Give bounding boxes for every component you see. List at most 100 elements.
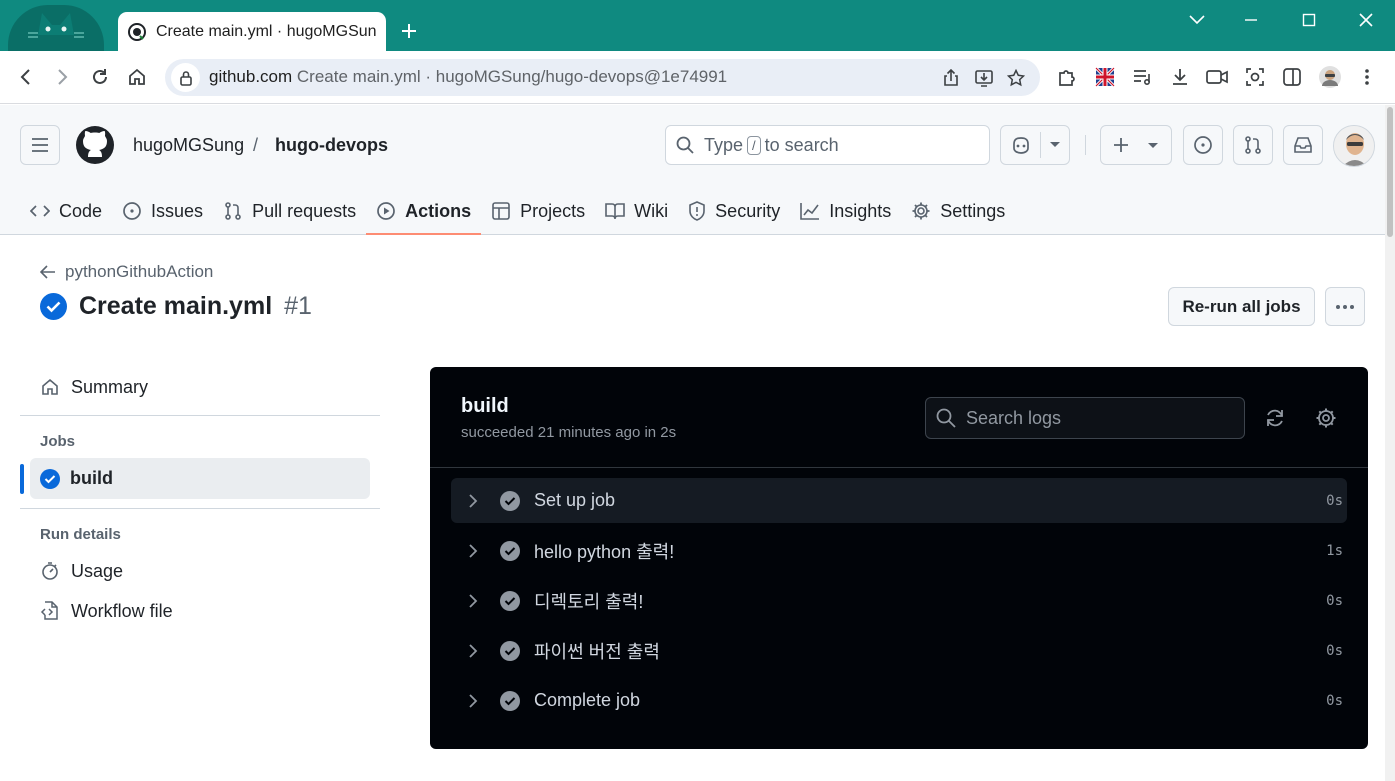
step-duration: 0s: [1326, 692, 1343, 709]
sidebar-item-usage[interactable]: Usage: [20, 551, 380, 591]
lock-icon: [179, 70, 193, 86]
back-button[interactable]: [12, 63, 40, 91]
copilot-button[interactable]: [1000, 125, 1070, 165]
address-bar[interactable]: github.com Create main.yml · hugoMGSung/…: [165, 59, 1040, 96]
code-icon: [30, 203, 50, 219]
reload-icon: [90, 67, 110, 87]
tab-pull-requests-label: Pull requests: [252, 200, 357, 221]
browser-theme-cat-decoration: [8, 5, 104, 51]
check-circle-fill-icon: [40, 293, 67, 320]
issues-button[interactable]: [1183, 125, 1223, 165]
breadcrumb-owner[interactable]: hugoMGSung: [133, 135, 244, 156]
tab-security-label: Security: [715, 200, 781, 221]
tab-code[interactable]: Code: [20, 188, 112, 234]
check-circle-fill-icon: [500, 640, 520, 661]
tab-settings-label: Settings: [940, 200, 1006, 221]
close-window-button[interactable]: [1351, 8, 1381, 32]
url-text: github.com Create main.yml · hugoMGSung/…: [209, 67, 727, 87]
search-icon: [936, 408, 956, 428]
more-options-button[interactable]: [1325, 287, 1365, 326]
search-suffix: to search: [764, 134, 839, 155]
log-settings-button[interactable]: [1311, 403, 1341, 433]
repo-navigation: Code Issues Pull requests Actions Projec…: [20, 188, 1015, 235]
translate-extension-button[interactable]: [1091, 63, 1119, 91]
profile-avatar-icon: [1318, 65, 1342, 89]
forward-button[interactable]: [48, 63, 76, 91]
tab-wiki[interactable]: Wiki: [595, 188, 678, 234]
back-to-workflow-link[interactable]: pythonGithubAction: [40, 262, 213, 282]
browser-menu-button[interactable]: [1353, 63, 1381, 91]
create-new-button[interactable]: [1100, 125, 1172, 165]
reload-button[interactable]: [86, 63, 114, 91]
minimize-button[interactable]: [1236, 8, 1266, 32]
page-scrollbar[interactable]: [1385, 105, 1395, 781]
share-button[interactable]: [938, 65, 964, 91]
install-icon: [975, 69, 993, 87]
github-logo-icon[interactable]: [75, 125, 115, 165]
tab-search-button[interactable]: [1182, 8, 1212, 32]
share-icon: [942, 69, 960, 87]
browser-tab-active[interactable]: Create main.yml · hugoMGSung/hugo-devops…: [118, 12, 386, 51]
media-button[interactable]: [1203, 63, 1231, 91]
tab-actions[interactable]: Actions: [366, 188, 482, 235]
job-steps-list: Set up job 0s hello python 출력! 1s 디렉토리 출…: [451, 478, 1347, 728]
issue-icon: [1193, 135, 1213, 155]
downloads-button[interactable]: [1166, 63, 1194, 91]
rerun-all-jobs-button[interactable]: Re-run all jobs: [1168, 287, 1315, 326]
kebab-horizontal-icon: [1335, 304, 1355, 310]
home-button[interactable]: [123, 63, 151, 91]
extensions-button[interactable]: [1053, 63, 1081, 91]
tab-settings[interactable]: Settings: [901, 188, 1015, 234]
run-number: #1: [284, 292, 312, 320]
maximize-button[interactable]: [1294, 8, 1324, 32]
url-host: github.com: [209, 67, 293, 86]
tab-pull-requests[interactable]: Pull requests: [213, 188, 366, 234]
search-logs-input[interactable]: Search logs: [925, 397, 1245, 439]
sidebar-item-label: build: [70, 468, 113, 488]
browser-toolbar: github.com Create main.yml · hugoMGSung/…: [0, 51, 1395, 104]
breadcrumb-repo[interactable]: hugo-devops: [275, 135, 388, 156]
download-icon: [1170, 67, 1190, 87]
new-tab-button[interactable]: [396, 18, 422, 44]
step-row[interactable]: Set up job 0s: [451, 478, 1347, 523]
step-name: 디렉토리 출력!: [534, 591, 644, 612]
run-title: Create main.yml #1: [40, 292, 312, 321]
search-input[interactable]: Type / to search: [665, 125, 990, 165]
step-row[interactable]: Complete job 0s: [451, 678, 1347, 723]
step-row[interactable]: hello python 출력! 1s: [451, 528, 1347, 573]
chevron-right-icon: [465, 493, 481, 509]
sidebar-item-label: Workflow file: [71, 600, 173, 621]
search-logs-placeholder: Search logs: [966, 407, 1062, 428]
site-info-button[interactable]: [171, 63, 200, 92]
screenshot-button[interactable]: [1241, 63, 1269, 91]
side-panel-button[interactable]: [1278, 63, 1306, 91]
tab-projects[interactable]: Projects: [481, 188, 595, 234]
install-app-button[interactable]: [971, 65, 997, 91]
global-menu-button[interactable]: [20, 125, 60, 165]
inbox-button[interactable]: [1283, 125, 1323, 165]
tab-security[interactable]: Security: [678, 188, 790, 234]
github-header: hugoMGSung / hugo-devops Type / to searc…: [0, 105, 1385, 235]
pull-requests-button[interactable]: [1233, 125, 1273, 165]
profile-button[interactable]: [1316, 63, 1344, 91]
scrollbar-thumb[interactable]: [1387, 107, 1393, 237]
sidebar-item-workflow-file[interactable]: Workflow file: [20, 591, 380, 631]
step-row[interactable]: 디렉토리 출력! 0s: [451, 578, 1347, 623]
step-row[interactable]: 파이썬 버전 출력 0s: [451, 628, 1347, 673]
graph-icon: [800, 202, 820, 220]
copilot-divider: [1040, 132, 1041, 158]
bookmark-button[interactable]: [1003, 65, 1029, 91]
arrow-left-icon: [40, 265, 56, 279]
sidebar-item-build[interactable]: build: [20, 458, 370, 499]
uk-flag-icon: [1095, 67, 1115, 87]
tab-issues[interactable]: Issues: [112, 188, 213, 234]
refresh-logs-button[interactable]: [1260, 403, 1290, 433]
maximize-icon: [1302, 13, 1316, 27]
sidebar-item-summary[interactable]: Summary: [20, 367, 380, 407]
reading-list-button[interactable]: [1128, 63, 1156, 91]
user-avatar[interactable]: [1333, 125, 1375, 167]
sidebar-divider: [20, 508, 380, 509]
check-circle-fill-icon: [40, 468, 60, 489]
step-duration: 0s: [1326, 592, 1343, 609]
tab-insights[interactable]: Insights: [790, 188, 901, 234]
